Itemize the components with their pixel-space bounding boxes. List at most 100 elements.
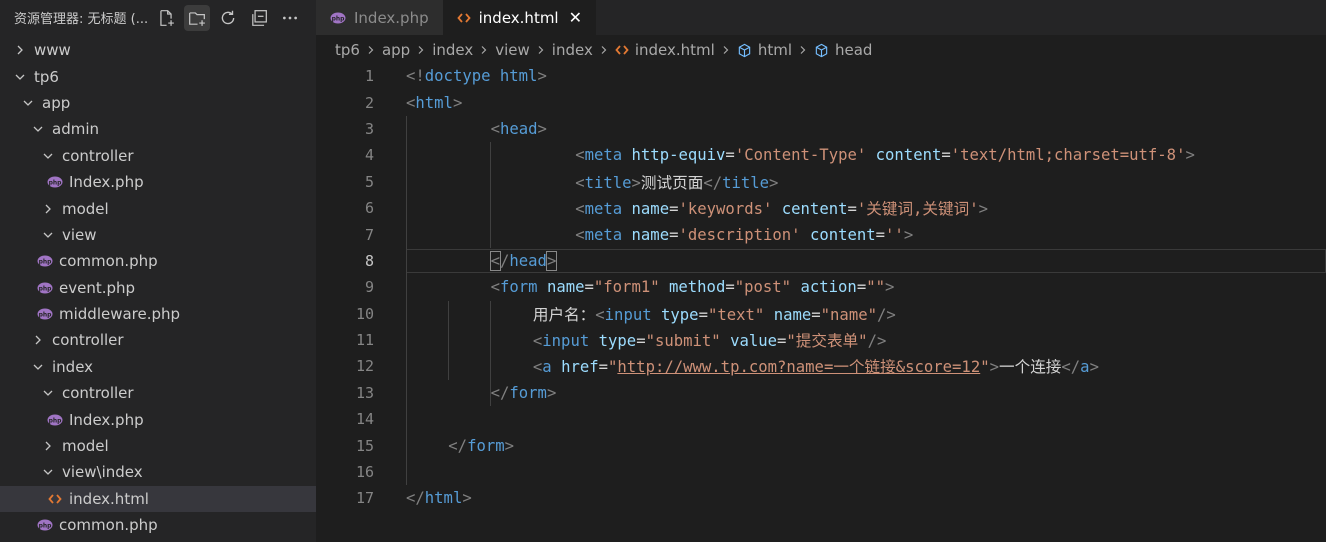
tree-folder[interactable]: tp6 [0,63,316,89]
code-token: </ [406,489,425,508]
tree-folder[interactable]: model [0,433,316,459]
code-token: /> [867,332,887,351]
tree-folder[interactable]: view\index [0,459,316,485]
breadcrumb-item[interactable]: app [382,41,410,59]
tree-folder[interactable]: controller [0,380,316,406]
tree-folder[interactable]: view [0,222,316,248]
tree-file[interactable]: php common.php [0,248,316,274]
chevron-right-icon [599,45,609,55]
code-line[interactable]: 16 [316,459,1326,485]
code-line[interactable]: 1 <!doctype html> [316,63,1326,89]
refresh-icon[interactable] [215,5,241,31]
chevron-right-icon[interactable] [30,332,46,348]
explorer-title: 资源管理器: 无标题 (... [14,12,149,27]
chevron-down-icon[interactable] [30,359,46,375]
tab-index-html[interactable]: index.html ✕ [442,0,597,35]
line-number: 4 [364,146,374,165]
code-line[interactable]: 15 </form> [316,432,1326,458]
code-token: > [978,200,988,219]
tree-file[interactable]: php middleware.php [0,301,316,327]
new-folder-icon[interactable] [184,4,210,31]
tab-label: Index.php [354,8,429,27]
code-line[interactable]: 11 <input type="submit" value="提交表单"/> [316,327,1326,353]
code-line[interactable]: 14 [316,406,1326,432]
code-token: "提交表单" [786,332,868,351]
collapse-all-icon[interactable] [246,5,272,31]
code-line[interactable]: 8 </head> [316,248,1326,274]
tree-folder[interactable]: index [0,354,316,380]
breadcrumb-item[interactable]: index [552,41,593,59]
chevron-right-icon[interactable] [40,201,56,217]
chevron-down-icon[interactable] [40,464,56,480]
tree-file[interactable]: php event.php [0,275,316,301]
code-line[interactable]: 5 <title>测试页面</title> [316,169,1326,195]
more-icon[interactable] [277,5,303,31]
tree-file[interactable]: php common.php [0,512,316,538]
code-token: name [773,305,812,324]
chevron-down-icon[interactable] [12,69,28,85]
breadcrumb-item[interactable]: index.html [615,41,715,59]
new-file-icon[interactable] [153,5,179,31]
tab-index-php[interactable]: php Index.php [316,0,443,35]
code-line[interactable]: 13 </form> [316,380,1326,406]
code-token: name [631,225,670,244]
tree-folder[interactable]: admin [0,116,316,142]
tree-item-label: common.php [59,516,158,535]
code-token: type [661,305,699,324]
code-token: name [631,200,670,219]
file-tree: www tp6 app admin controller php Index.php mode… [0,37,316,538]
code-line[interactable]: 7 <meta name='description' content=''> [316,221,1326,247]
code-line[interactable]: 12 <a href="http://www.tp.com?name=一个链接&s… [316,353,1326,379]
code-token: = [584,278,594,297]
chevron-right-icon[interactable] [40,438,56,454]
line-number: 10 [355,304,374,323]
code-token: head [499,119,538,138]
code-token: < [490,119,500,138]
code-line[interactable]: 4 <meta http-equiv='Content-Type' content… [316,142,1326,168]
line-number: 16 [355,463,374,482]
code-text: <html> [406,94,462,112]
tree-file[interactable]: php Index.php [0,406,316,432]
tree-folder[interactable]: controller [0,327,316,353]
chevron-right-icon[interactable] [12,42,28,58]
tree-folder[interactable]: app [0,90,316,116]
breadcrumb-item[interactable]: html [737,41,792,59]
line-number: 11 [355,331,374,350]
code-line[interactable]: 10 用户名：<input type="text" name="name"/> [316,301,1326,327]
svg-text:php: php [49,180,63,187]
code-line[interactable]: 17 </html> [316,485,1326,511]
chevron-down-icon[interactable] [40,227,56,243]
code-line[interactable]: 9 <form name="form1" method="post" action… [316,274,1326,300]
chevron-down-icon[interactable] [40,385,56,401]
tree-file[interactable]: php Index.php [0,169,316,195]
breadcrumb: tp6 app index view index index.html html head [316,35,1326,65]
php-icon: php [36,253,54,269]
code-line[interactable]: 2 <html> [316,89,1326,115]
code-line[interactable]: 6 <meta name='keywords' centent='关键词,关键词'… [316,195,1326,221]
code-editor[interactable]: 1 <!doctype html> 2 <html> 3 <head> 4 <meta htt… [316,63,1326,512]
code-token: > [631,173,641,192]
symbol-cube-icon [814,43,829,58]
code-token: 用户名： [532,305,596,324]
chevron-down-icon[interactable] [40,148,56,164]
explorer-header: 资源管理器: 无标题 (... [0,0,316,35]
tree-folder[interactable]: www [0,37,316,63]
breadcrumb-item[interactable]: view [495,41,530,59]
close-icon[interactable]: ✕ [569,8,582,27]
code-token: " [608,358,618,377]
chevron-down-icon[interactable] [20,95,36,111]
tree-folder[interactable]: model [0,195,316,221]
code-line[interactable]: 3 <head> [316,116,1326,142]
tree-folder[interactable]: controller [0,143,316,169]
tree-file[interactable]: index.html [0,485,316,513]
code-token: = [777,332,787,351]
breadcrumb-item[interactable]: index [432,41,473,59]
breadcrumb-item[interactable]: head [814,41,872,59]
line-number: 12 [355,357,374,376]
breadcrumb-item[interactable]: tp6 [335,41,360,59]
code-token: " [980,358,990,377]
code-text: <head> [491,120,547,138]
chevron-down-icon[interactable] [30,121,46,137]
breadcrumb-label: app [381,41,411,59]
